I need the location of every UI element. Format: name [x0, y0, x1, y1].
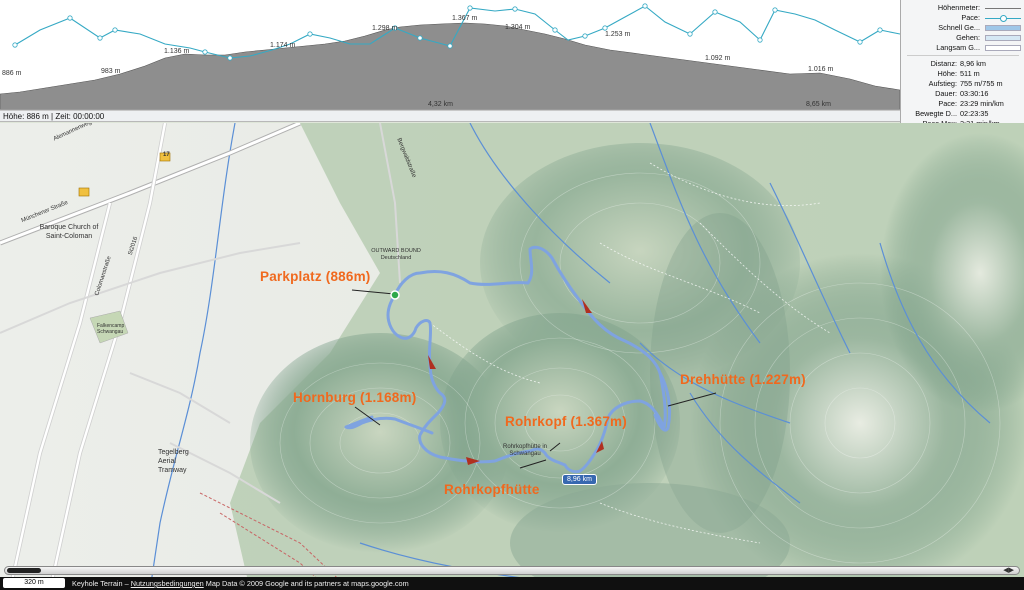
stat-value: 755 m/755 m — [960, 79, 1003, 88]
stat-duration: Dauer: 03:30:16 — [901, 89, 1024, 99]
legend-swatch — [985, 8, 1021, 9]
place-label-rohrkopfhutte: Rohrkopfhütte in Schwangau — [502, 444, 548, 457]
annotation-hornburg: Hornburg (1.168m) — [293, 390, 417, 405]
distance-badge: 8,96 km — [562, 474, 597, 485]
elevation-profile-chart: 886 m 983 m 1.136 m 1.174 m 1.298 m 1.36… — [0, 3, 901, 111]
stat-value: 02:23:35 — [960, 109, 989, 118]
stats-panel: Höhenmeter: Pace: Schnell Ge... Gehen: L… — [900, 0, 1024, 128]
pace-dot-icon — [1000, 15, 1007, 22]
stat-value: 03:30:16 — [960, 89, 989, 98]
elevation-profile[interactable]: 886 m 983 m 1.136 m 1.174 m 1.298 m 1.36… — [0, 0, 901, 111]
stat-value: 511 m — [960, 69, 980, 78]
legend-item-fast-walk[interactable]: Schnell Ge... — [901, 23, 1024, 33]
legend-swatch — [985, 25, 1021, 31]
legend-item-slow-walk[interactable]: Langsam G... — [901, 43, 1024, 53]
elev-label: 983 m — [101, 68, 121, 75]
place-label-church: Baroque Church of Saint-Coloman — [39, 224, 99, 240]
stat-key: Höhe: — [937, 69, 957, 78]
terrain-type-label: Keyhole Terrain — [72, 579, 123, 588]
zoom-slider[interactable]: ◀▶ — [4, 566, 1020, 575]
legend-item-pace[interactable]: Pace: — [901, 13, 1024, 23]
stat-key: Distanz: — [930, 59, 957, 68]
zoom-slider-thumb[interactable] — [7, 568, 41, 573]
elev-label: 1.298 m — [372, 25, 397, 32]
annotation-rohrkopf: Rohrkopf (1.367m) — [505, 414, 627, 429]
annotation-parkplatz: Parkplatz (886m) — [260, 269, 371, 284]
legend-label: Gehen: — [956, 33, 980, 42]
divider — [907, 55, 1019, 56]
legend-swatch — [985, 35, 1021, 41]
elev-label: 1.136 m — [164, 48, 189, 55]
place-label-outward-bound: OUTWARD BOUND Deutschland — [371, 248, 421, 261]
distance-label: 8,65 km — [806, 101, 831, 108]
elev-label: 1.367 m — [452, 15, 477, 22]
stat-value: 8,96 km — [960, 59, 986, 68]
legend-item-elevation[interactable]: Höhenmeter: — [901, 3, 1024, 13]
status-text: Höhe: 886 m | Zeit: 00:00:00 — [3, 112, 105, 121]
elev-label: 1.016 m — [808, 66, 833, 73]
stat-ascent: Aufstieg: 755 m/755 m — [901, 79, 1024, 89]
stat-pace: Pace: 23:29 min/km — [901, 99, 1024, 109]
legend-label: Langsam G... — [936, 43, 980, 52]
stat-value: 23:29 min/km — [960, 99, 1004, 108]
place-label-falkencamp: Falkencamp Schwangau — [97, 323, 125, 335]
legend-label: Schnell Ge... — [938, 23, 980, 32]
status-bar: Höhe: 886 m | Zeit: 00:00:00 — [0, 110, 900, 122]
elevation-area — [0, 22, 901, 111]
map-footer: 320 m Keyhole Terrain – Nutzungsbedingun… — [0, 577, 1024, 590]
stat-height: Höhe: 511 m — [901, 69, 1024, 79]
stat-key: Aufstieg: — [928, 79, 957, 88]
scale-bar: 320 m — [3, 578, 65, 588]
place-label-tegelberg: Tegelberg Aerial Tramway — [158, 449, 189, 474]
annotation-rohrkopfhutte: Rohrkopfhütte — [444, 482, 540, 497]
legend-item-walk[interactable]: Gehen: — [901, 33, 1024, 43]
scroll-arrows-icon[interactable]: ◀▶ — [1003, 566, 1014, 574]
annotation-drehhutte: Drehhütte (1.227m) — [680, 372, 806, 387]
scale-label: 320 m — [24, 579, 44, 586]
stat-key: Dauer: — [935, 89, 957, 98]
stat-distance: Distanz: 8,96 km — [901, 59, 1024, 69]
road-number-b17: 17 — [163, 152, 170, 158]
elev-label: 1.092 m — [705, 55, 730, 62]
elev-label: 1.174 m — [270, 42, 295, 49]
map-canvas — [0, 123, 1024, 590]
terrain-map[interactable]: 17 Münchener Straße Alemannenweg Coloman… — [0, 123, 1024, 590]
elev-label: 1.253 m — [605, 31, 630, 38]
legend-swatch — [985, 45, 1021, 51]
distance-label: 4,32 km — [428, 101, 453, 108]
legend-label: Pace: — [961, 13, 980, 22]
elev-label: 886 m — [2, 70, 22, 77]
stat-key: Pace: — [938, 99, 957, 108]
map-credits: Keyhole Terrain – Nutzungsbedingungen Ma… — [72, 579, 409, 588]
elev-label: 1.304 m — [505, 24, 530, 31]
terms-link[interactable]: Nutzungsbedingungen — [131, 579, 204, 588]
legend-label: Höhenmeter: — [937, 3, 980, 12]
stat-key: Bewegte D... — [915, 109, 957, 118]
copyright-text: Map Data © 2009 Google and its partners … — [205, 579, 409, 588]
stat-moving-duration: Bewegte D... 02:23:35 — [901, 109, 1024, 119]
start-marker-icon — [390, 290, 400, 300]
